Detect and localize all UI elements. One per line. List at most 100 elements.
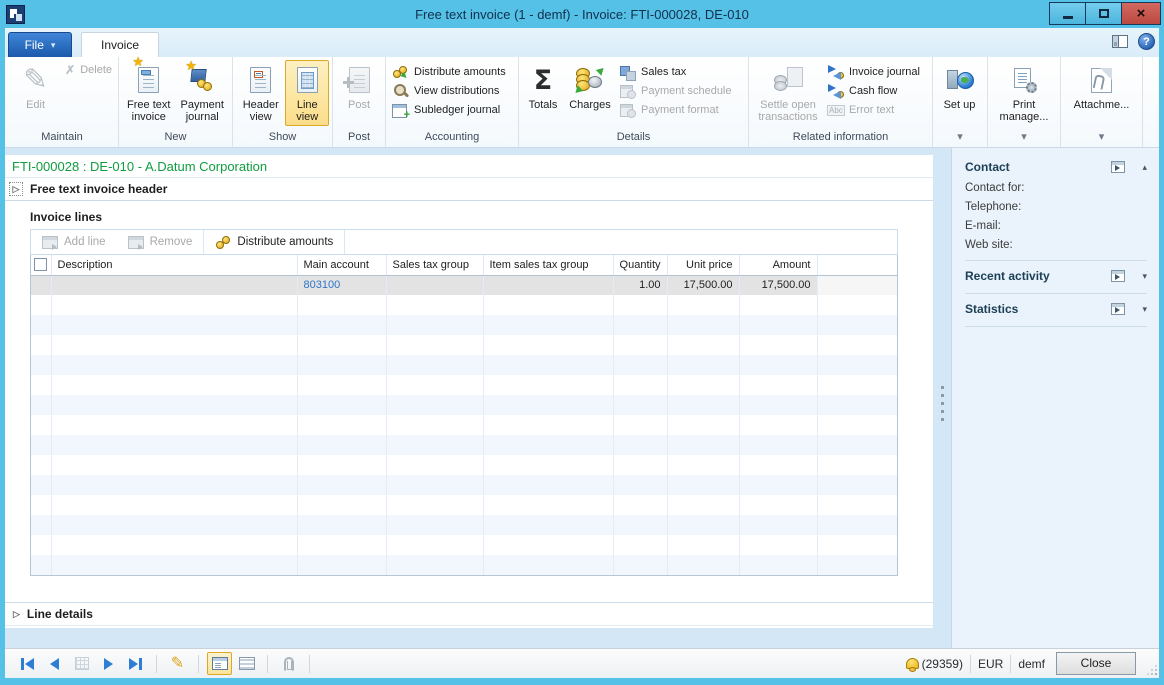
open-factbox-icon[interactable] — [1111, 303, 1125, 315]
grid-cell[interactable] — [31, 455, 51, 475]
empty-grid-row[interactable] — [31, 515, 897, 535]
grid-cell[interactable] — [483, 495, 613, 515]
file-menu-button[interactable]: File ▾ — [8, 32, 72, 57]
column-header-sales-tax-group[interactable]: Sales tax group — [386, 255, 483, 275]
grid-cell[interactable] — [31, 395, 51, 415]
select-all-cell[interactable] — [31, 255, 51, 275]
currency-indicator[interactable]: EUR — [978, 657, 1003, 671]
header-view-button[interactable]: Header view — [236, 60, 285, 126]
attachments-status-button[interactable] — [275, 653, 302, 675]
grid-cell[interactable] — [31, 475, 51, 495]
grid-cell[interactable] — [386, 535, 483, 555]
payment-schedule-button[interactable]: Payment schedule — [616, 81, 735, 100]
grid-cell[interactable] — [667, 415, 739, 435]
grid-cell[interactable] — [817, 535, 897, 555]
grid-cell[interactable] — [297, 375, 386, 395]
grid-cell[interactable] — [613, 495, 667, 515]
grid-cell[interactable] — [483, 555, 613, 575]
grid-cell[interactable] — [386, 495, 483, 515]
grid-cell[interactable] — [739, 495, 817, 515]
empty-grid-row[interactable] — [31, 395, 897, 415]
grid-cell[interactable] — [31, 335, 51, 355]
free-text-invoice-button[interactable]: ★ Free text invoice — [122, 60, 176, 126]
grid-cell[interactable] — [31, 295, 51, 315]
grid-cell[interactable] — [817, 395, 897, 415]
header-section-toggle[interactable]: ▷ Free text invoice header — [5, 178, 933, 201]
distribute-amounts-button[interactable]: Distribute amounts — [389, 62, 509, 81]
subledger-journal-button[interactable]: Subledger journal — [389, 100, 509, 119]
company-indicator[interactable]: demf — [1018, 657, 1045, 671]
column-header-amount[interactable]: Amount — [739, 255, 817, 275]
grid-cell[interactable] — [297, 435, 386, 455]
grid-cell[interactable] — [739, 455, 817, 475]
factbox-contact-header[interactable]: Contact ▴ — [965, 155, 1147, 179]
grid-cell[interactable] — [613, 395, 667, 415]
grid-cell[interactable] — [739, 375, 817, 395]
grid-cell[interactable] — [386, 435, 483, 455]
grid-cell[interactable] — [667, 375, 739, 395]
chevron-down-icon[interactable]: ▾ — [1125, 271, 1147, 282]
grid-cell[interactable] — [31, 435, 51, 455]
grid-view-button[interactable] — [234, 652, 259, 675]
grid-cell[interactable] — [483, 435, 613, 455]
invoice-journal-button[interactable]: Invoice journal — [824, 62, 923, 81]
grid-cell[interactable] — [51, 455, 297, 475]
grid-cell[interactable] — [51, 395, 297, 415]
grid-cell[interactable] — [739, 295, 817, 315]
grid-cell[interactable] — [51, 555, 297, 575]
grid-cell[interactable] — [817, 335, 897, 355]
cell-item-sales-tax-group[interactable] — [483, 275, 613, 295]
cell-quantity[interactable]: 1.00 — [613, 275, 667, 295]
grid-cell[interactable] — [613, 455, 667, 475]
grid-cell[interactable] — [667, 475, 739, 495]
grid-cell[interactable] — [51, 375, 297, 395]
empty-grid-row[interactable] — [31, 435, 897, 455]
line-view-button[interactable]: Line view — [285, 60, 329, 126]
grid-cell[interactable] — [386, 555, 483, 575]
settle-open-transactions-button[interactable]: Settle open transactions — [752, 60, 824, 126]
grid-cell[interactable] — [667, 295, 739, 315]
grid-cell[interactable] — [667, 455, 739, 475]
grid-cell[interactable] — [51, 335, 297, 355]
grid-cell[interactable] — [817, 555, 897, 575]
close-button[interactable]: Close — [1056, 652, 1136, 675]
invoice-line-row-selected[interactable]: 803100 1.00 17,500.00 17,500.00 — [31, 275, 897, 295]
chevron-down-icon[interactable]: ▾ — [1125, 304, 1147, 315]
grid-cell[interactable] — [31, 375, 51, 395]
grid-cell[interactable] — [386, 415, 483, 435]
grid-cell[interactable] — [386, 355, 483, 375]
grid-cell[interactable] — [667, 515, 739, 535]
grid-cell[interactable] — [613, 355, 667, 375]
main-account-link[interactable]: 803100 — [297, 275, 386, 295]
attachments-button[interactable]: Attachme... — [1066, 60, 1138, 126]
grid-cell[interactable] — [817, 375, 897, 395]
view-distributions-button[interactable]: View distributions — [389, 81, 509, 100]
select-all-checkbox[interactable] — [34, 258, 47, 271]
grid-cell[interactable] — [297, 295, 386, 315]
cash-flow-button[interactable]: Cash flow — [824, 81, 923, 100]
empty-grid-row[interactable] — [31, 315, 897, 335]
grid-cell[interactable] — [613, 475, 667, 495]
grid-cell[interactable] — [31, 415, 51, 435]
next-record-button[interactable] — [95, 653, 122, 675]
remove-line-button[interactable]: Remove — [117, 230, 204, 254]
grid-cell[interactable] — [51, 495, 297, 515]
attachments-dropdown-icon[interactable]: ▾ — [1061, 130, 1142, 147]
grid-cell[interactable] — [667, 395, 739, 415]
grid-cell[interactable] — [613, 515, 667, 535]
error-text-button[interactable]: Error text — [824, 100, 923, 119]
grid-cell[interactable] — [667, 355, 739, 375]
grid-cell[interactable] — [297, 335, 386, 355]
grid-cell[interactable] — [739, 475, 817, 495]
factbox-statistics-header[interactable]: Statistics ▾ — [965, 297, 1147, 321]
grid-cell[interactable] — [613, 375, 667, 395]
grid-cell[interactable] — [297, 555, 386, 575]
grid-cell[interactable] — [817, 515, 897, 535]
row-selector-cell[interactable] — [31, 275, 51, 295]
grid-cell[interactable] — [386, 395, 483, 415]
grid-cell[interactable] — [613, 415, 667, 435]
empty-grid-row[interactable] — [31, 355, 897, 375]
grid-cell[interactable] — [386, 335, 483, 355]
grid-cell[interactable] — [483, 535, 613, 555]
tab-invoice[interactable]: Invoice — [81, 32, 159, 57]
